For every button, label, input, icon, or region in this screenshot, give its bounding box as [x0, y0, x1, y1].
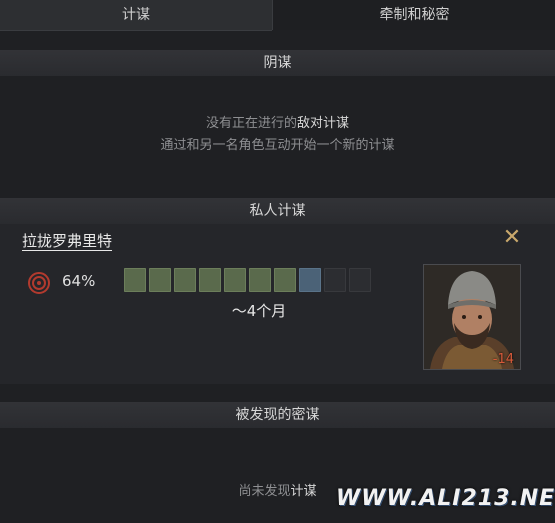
intrigues-header: 阴谋	[0, 50, 555, 76]
progress-segment-green	[174, 268, 196, 292]
tab-hooks-secrets[interactable]: 牵制和秘密	[272, 0, 555, 30]
hostile-schemes-link[interactable]: 敌对计谋	[297, 116, 349, 131]
success-chance: 64%	[62, 272, 96, 290]
progress-segment-empty	[324, 268, 346, 292]
character-portrait[interactable]: -14	[423, 264, 521, 370]
progress-segment-green	[124, 268, 146, 292]
close-icon[interactable]: ✕	[500, 226, 524, 250]
no-hostile-prefix: 没有正在进行的	[205, 116, 297, 131]
progress-segment-empty	[349, 268, 371, 292]
tab-bar: 计谋 牵制和秘密	[0, 0, 555, 31]
scheme-target-name[interactable]: 拉拢罗弗里特	[22, 230, 112, 251]
personal-schemes-header: 私人计谋	[0, 198, 555, 224]
scheme-progress-bar	[124, 268, 371, 294]
schemes-link[interactable]: 计谋	[291, 484, 317, 499]
site-watermark: WWW.ALI213.NET	[336, 486, 555, 511]
scheme-eta: ～4个月	[231, 302, 287, 320]
opinion-value: -14	[492, 352, 514, 367]
progress-segment-green	[274, 268, 296, 292]
progress-segment-green	[149, 268, 171, 292]
no-hostile-schemes-text: 没有正在进行的敌对计谋	[0, 112, 555, 131]
progress-segment-green	[249, 268, 271, 292]
progress-segment-blue	[299, 268, 321, 292]
start-scheme-hint: 通过和另一名角色互动开始一个新的计谋	[160, 138, 395, 153]
no-discovered-prefix: 尚未发现	[238, 484, 291, 499]
progress-segment-green	[199, 268, 221, 292]
tab-schemes[interactable]: 计谋	[0, 0, 272, 31]
progress-segment-green	[224, 268, 246, 292]
target-icon	[28, 272, 50, 294]
discovered-schemes-header: 被发现的密谋	[0, 402, 555, 428]
